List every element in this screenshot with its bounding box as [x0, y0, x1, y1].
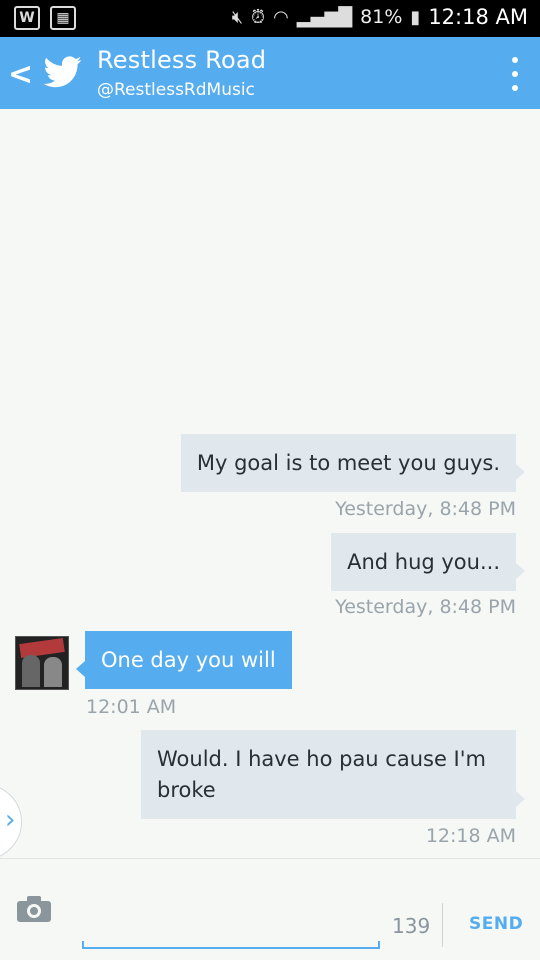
message-timestamp: Yesterday, 8:48 PM: [335, 498, 516, 520]
message-bubble[interactable]: One day you will: [76, 631, 292, 689]
wifi-icon: ◠: [273, 6, 289, 28]
mute-icon: 🔇︎: [231, 6, 244, 28]
camera-icon[interactable]: [16, 895, 52, 923]
character-counter: 139: [392, 914, 431, 938]
twitter-bird-icon: [44, 56, 82, 88]
compose-bar: 139 SEND: [0, 858, 540, 960]
message-timestamp: 12:18 AM: [425, 825, 516, 847]
battery-charging-icon: ▮: [410, 6, 421, 28]
back-arrow-icon[interactable]: <: [8, 57, 33, 92]
overflow-menu-icon[interactable]: [512, 57, 520, 91]
message-bubble[interactable]: Would. I have ho pau cause I'm broke: [141, 730, 525, 819]
status-bar: W ▦ 🔇︎ ⏰︎ ◠ ▂▄▆█ 81% ▮ 12:18 AM: [0, 0, 540, 37]
message-timestamp: 12:01 AM: [86, 696, 177, 718]
conversation-header: < Restless Road @RestlessRdMusic: [0, 37, 540, 109]
contact-name: Restless Road: [97, 46, 267, 74]
battery-percent: 81%: [360, 6, 403, 28]
contact-handle: @RestlessRdMusic: [97, 80, 255, 100]
chevron-right-icon: ›: [5, 805, 16, 835]
send-button[interactable]: SEND: [469, 914, 523, 934]
avatar[interactable]: [15, 636, 69, 690]
message-timestamp: Yesterday, 8:48 PM: [335, 596, 516, 618]
divider: [442, 903, 443, 947]
signal-icon: ▂▄▆█: [296, 6, 353, 28]
message-input[interactable]: [82, 941, 380, 949]
side-drawer-handle[interactable]: ›: [0, 784, 22, 860]
message-bubble[interactable]: My goal is to meet you guys.: [180, 434, 526, 492]
clock: 12:18 AM: [428, 5, 528, 29]
calendar-icon: ▦: [50, 6, 76, 30]
alarm-icon: ⏰︎: [251, 6, 266, 28]
app-w-icon: W: [14, 6, 40, 30]
message-bubble[interactable]: And hug you...: [331, 533, 525, 591]
